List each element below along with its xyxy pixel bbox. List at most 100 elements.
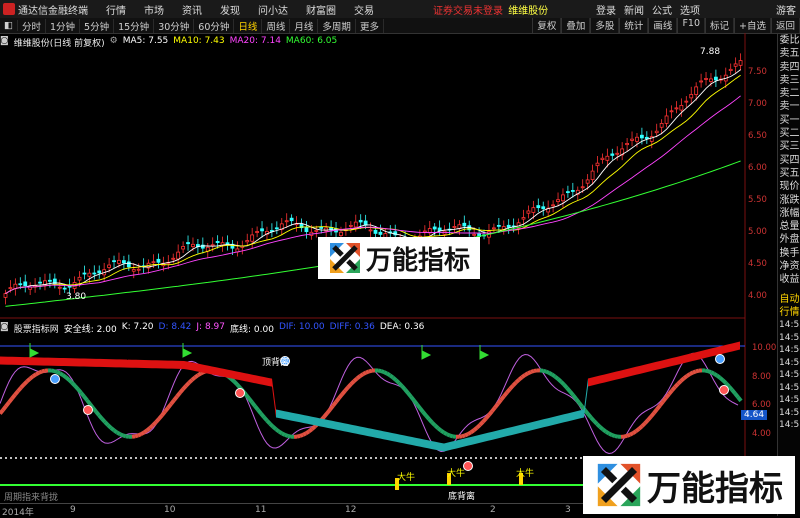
panel-tab[interactable]: 行情 (778, 306, 800, 319)
period-15min[interactable]: 15分钟 (114, 19, 154, 33)
trend-ribbon (660, 360, 664, 369)
period-1min[interactable]: 1分钟 (46, 19, 80, 33)
trend-ribbon (280, 410, 284, 419)
login-status[interactable]: 证券交易未登录 (433, 6, 503, 17)
period-tick[interactable]: 分时 (18, 19, 46, 33)
add-watchlist-button[interactable]: +自选 (734, 18, 771, 33)
period-daily[interactable]: 日线 (234, 19, 262, 33)
d-line-segment (117, 432, 120, 434)
draw-button[interactable]: 画线 (648, 18, 677, 33)
d-line-segment (186, 383, 189, 386)
candle-body (24, 282, 27, 286)
candle-body (211, 245, 214, 246)
menu-item-market[interactable]: 市场 (144, 2, 164, 17)
quote-field-label: 买四 (778, 154, 800, 167)
period-weekly[interactable]: 周线 (262, 19, 290, 33)
trend-ribbon (128, 360, 132, 368)
candle-body (705, 78, 708, 79)
stats-button[interactable]: 统计 (619, 18, 648, 33)
menu-item-trade[interactable]: 交易 (354, 2, 374, 17)
back-button[interactable]: 返回 (771, 18, 800, 33)
period-5min[interactable]: 5分钟 (80, 19, 114, 33)
d-line-segment (687, 374, 690, 376)
d-line-segment (183, 386, 186, 389)
period-monthly[interactable]: 月线 (290, 19, 318, 33)
trend-ribbon (604, 374, 608, 383)
toolbar-toggle-icon[interactable]: ◧ (0, 20, 18, 31)
quote-field-label: 买五 (778, 167, 800, 180)
tick-time: 14:55 (778, 332, 800, 345)
trend-ribbon (620, 370, 624, 379)
trend-ribbon (68, 358, 72, 366)
trend-ribbon (416, 438, 420, 447)
d-line-segment (444, 433, 447, 435)
menu-item-ask[interactable]: 问小达 (258, 2, 288, 17)
trend-ribbon (636, 366, 640, 375)
trend-ribbon (480, 434, 484, 443)
signal-dot (51, 375, 60, 384)
main-menu: 行情 市场 资讯 发现 问小达 财富圈 交易 (106, 2, 374, 17)
mark-button[interactable]: 标记 (705, 18, 734, 33)
d-line-segment (633, 431, 636, 433)
d-line-segment (435, 425, 438, 428)
trend-ribbon (516, 425, 520, 434)
overlay-button[interactable]: 叠加 (561, 18, 590, 33)
trend-ribbon (656, 361, 660, 370)
menu-item-news[interactable]: 资讯 (182, 2, 202, 17)
trend-ribbon (408, 436, 412, 445)
guest-label: 游客 (776, 2, 796, 17)
menu-item-quotes[interactable]: 行情 (106, 2, 126, 17)
period-60min[interactable]: 60分钟 (194, 19, 234, 33)
watermark-text: 万能指标 (647, 461, 783, 510)
trend-ribbon (468, 437, 472, 446)
trend-ribbon (616, 371, 620, 380)
panel-tab[interactable]: 自动 (778, 293, 800, 306)
candle-body (507, 225, 510, 227)
tick-time: 14:57 (778, 419, 800, 432)
bull-label: 大牛 (516, 466, 534, 479)
d-line-segment (345, 387, 348, 390)
candle-body (552, 205, 555, 206)
news-link[interactable]: 新闻 (624, 2, 644, 17)
candle-body (581, 187, 584, 188)
price-tick: 5.50 (748, 195, 767, 205)
f10-button[interactable]: F10 (677, 18, 705, 33)
menu-item-wealth[interactable]: 财富圈 (306, 2, 336, 17)
param-dea: DEA: 0.36 (380, 322, 425, 335)
d-line-segment (543, 371, 546, 372)
x-tick: 2 (490, 505, 496, 515)
price-tick: 6.50 (748, 131, 767, 141)
indicator-name: 股票指标网 (14, 322, 59, 335)
trend-ribbon (24, 357, 28, 365)
d-line-segment (18, 388, 21, 391)
period-30min[interactable]: 30分钟 (154, 19, 194, 33)
trend-ribbon (352, 425, 356, 434)
formula-link[interactable]: 公式 (652, 2, 672, 17)
d-line-segment (42, 371, 45, 372)
menu-item-discover[interactable]: 发现 (220, 2, 240, 17)
trend-ribbon (240, 372, 244, 381)
trend-ribbon (152, 360, 156, 368)
trend-ribbon (320, 418, 324, 427)
adjust-button[interactable]: 复权 (532, 18, 561, 33)
trend-ribbon (384, 431, 388, 440)
multi-stock-button[interactable]: 多股 (590, 18, 619, 33)
d-line-segment (660, 402, 663, 406)
indicator-mode-icon[interactable]: ◙ (0, 322, 9, 335)
d-line-segment (684, 376, 687, 378)
d-line-segment (735, 393, 738, 397)
d-line-segment (615, 436, 618, 437)
period-multi[interactable]: 多周期 (318, 19, 356, 33)
candle-body (606, 156, 609, 160)
d-line-segment (567, 388, 570, 391)
trend-ribbon (108, 359, 112, 367)
period-more[interactable]: 更多 (356, 19, 384, 33)
options-link[interactable]: 选项 (680, 2, 700, 17)
login-link[interactable]: 登录 (596, 2, 616, 17)
d-line-segment (123, 435, 126, 436)
trend-ribbon (148, 360, 152, 368)
d-line-segment (339, 394, 342, 398)
candle-body (108, 265, 111, 268)
trend-ribbon (84, 359, 88, 367)
d-line-segment (195, 375, 198, 377)
